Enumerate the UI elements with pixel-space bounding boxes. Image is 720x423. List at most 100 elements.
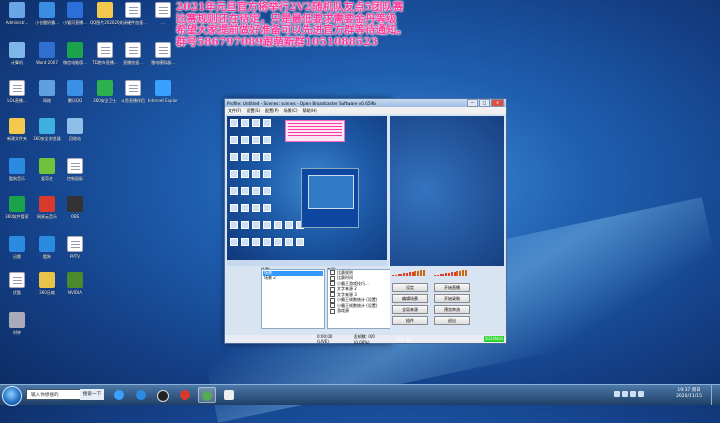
- menu-file[interactable]: 文件(F): [228, 108, 241, 114]
- desktop-icon-label: 360安全浏览器: [33, 136, 61, 141]
- desktop-icon[interactable]: 360软件管家: [2, 196, 32, 224]
- menu-scenes[interactable]: 场景(C): [284, 108, 298, 114]
- scenes-list[interactable]: 场景 场景 2: [261, 269, 325, 329]
- taskbar-app-icon[interactable]: [220, 387, 238, 403]
- desktop-icon[interactable]: 360安全浏览器: [32, 118, 62, 146]
- desktop-icon[interactable]: 控制面板: [60, 158, 90, 186]
- scene-item[interactable]: 场景: [262, 270, 324, 276]
- desktop-icon[interactable]: PPTV: [60, 236, 90, 264]
- menu-settings[interactable]: 设置(S): [246, 108, 260, 114]
- desktop-icon[interactable]: 直播加速...: [118, 42, 148, 70]
- desktop-icon-image: [39, 196, 55, 212]
- volume-bar: [392, 275, 394, 276]
- desktop-icon-image: [125, 80, 141, 96]
- desktop-icon-image: [39, 42, 55, 58]
- taskbar-game-icon[interactable]: [198, 387, 216, 403]
- source-checkbox[interactable]: [330, 308, 335, 314]
- desktop-icon[interactable]: 关闭硬件加速...: [118, 2, 148, 30]
- desktop-icon[interactable]: LOL直播...: [2, 80, 32, 108]
- desktop-icon[interactable]: 优酷: [2, 272, 32, 300]
- desktop-icon[interactable]: 360安全卫士: [90, 80, 120, 108]
- start-button[interactable]: [2, 386, 22, 406]
- minimize-button[interactable]: —: [467, 99, 478, 107]
- desktop-icon[interactable]: 酷狗: [32, 236, 62, 264]
- preview-desktop-icon: [241, 136, 249, 144]
- show-desktop-button[interactable]: [711, 385, 720, 405]
- desktop-icon[interactable]: 雷电模拟器...: [148, 42, 178, 70]
- preview-stream-button[interactable]: 预览串流: [434, 305, 470, 314]
- desktop-icon[interactable]: 网络: [32, 80, 62, 108]
- plugins-button[interactable]: 插件: [392, 316, 428, 325]
- tray-network-icon[interactable]: [614, 391, 620, 397]
- desktop-icon[interactable]: NVIDIA: [60, 272, 90, 300]
- sources-list[interactable]: 比赛规则 比赛时间 小霸王游戏技巧... 文字来源 2 文字来源 3 小霸王帧数统计 (设…: [327, 269, 391, 329]
- maximize-button[interactable]: □: [479, 99, 490, 107]
- preview-desktop-icon: [230, 136, 238, 144]
- tray-volume-icon[interactable]: [622, 391, 628, 397]
- taskbar-obs-icon[interactable]: [154, 387, 172, 403]
- desktop-icon[interactable]: 回收站: [60, 118, 90, 146]
- desktop-icon[interactable]: 小猫河直播...: [60, 2, 90, 30]
- desktop-icon[interactable]: QQ图片2020208...: [90, 2, 120, 30]
- source-checkbox[interactable]: [330, 275, 335, 281]
- desktop-icon[interactable]: 计算机: [2, 42, 32, 70]
- exit-button[interactable]: 退出: [434, 316, 470, 325]
- obs-titlebar[interactable]: Profile: Untitled - Scenes: scenes - Ope…: [225, 99, 391, 107]
- source-item[interactable]: 游戏源: [328, 308, 390, 315]
- desktop-icon-image: [9, 236, 25, 252]
- desktop-icon[interactable]: 斗鱼直播伴侣: [118, 80, 148, 108]
- desktop-icon-image: [67, 80, 83, 96]
- volume-bar: [414, 271, 417, 276]
- taskbar-clock[interactable]: 19:37 周日 2020/11/15: [676, 388, 702, 400]
- desktop-icon[interactable]: Internet Explorer: [148, 80, 178, 108]
- source-checkbox[interactable]: [330, 281, 335, 287]
- preview-desktop-icon: [230, 221, 238, 229]
- settings-button[interactable]: 设定: [392, 283, 428, 292]
- scene-item[interactable]: 场景 2: [262, 275, 324, 282]
- menu-profile[interactable]: 配置(P): [265, 108, 279, 114]
- desktop-icon-label: Internet Explorer: [148, 98, 178, 103]
- desktop-icon-label: 关闭硬件加速...: [119, 20, 147, 25]
- global-sources-button[interactable]: 全局来源: [392, 305, 428, 314]
- source-checkbox[interactable]: [330, 270, 335, 276]
- source-checkbox[interactable]: [330, 303, 335, 309]
- desktop-icon[interactable]: Word 2007: [32, 42, 62, 70]
- desktop-icon-image: [9, 2, 25, 18]
- desktop-icon[interactable]: 新建文件夹: [2, 118, 32, 146]
- taskbar-kugou-icon[interactable]: [132, 387, 150, 403]
- volume-bar: [462, 270, 464, 276]
- desktop-icon[interactable]: ...: [148, 2, 178, 30]
- tray-flag-icon[interactable]: [638, 391, 644, 397]
- desktop-icon-label: NVIDIA: [68, 290, 82, 295]
- source-checkbox[interactable]: [330, 286, 335, 292]
- tray-ime-icon[interactable]: [630, 391, 636, 397]
- mic-volume-meter[interactable]: [392, 269, 426, 276]
- desktop-icon-label: Administr...: [5, 20, 29, 25]
- start-streaming-button[interactable]: 开始直播: [434, 283, 470, 292]
- desktop-icon[interactable]: 时钟: [2, 312, 32, 340]
- preview-desktop-icon: [241, 221, 249, 229]
- desktop-icon[interactable]: 360压缩: [32, 272, 62, 300]
- desktop-icon[interactable]: OBS: [60, 196, 90, 224]
- menu-help[interactable]: 帮助(H): [303, 108, 317, 114]
- source-checkbox[interactable]: [330, 292, 335, 298]
- close-button[interactable]: ✕: [491, 99, 504, 107]
- obs-window[interactable]: Profile: Untitled - Scenes: scenes - Ope…: [224, 98, 392, 345]
- start-recording-button[interactable]: 开始录制: [434, 294, 470, 303]
- preview-desktop-icon: [252, 170, 260, 178]
- taskbar-netease-icon[interactable]: [176, 387, 194, 403]
- source-checkbox[interactable]: [330, 297, 335, 303]
- desktop-icon[interactable]: 微信电脑版...: [60, 42, 90, 70]
- desktop-icon[interactable]: 酷狗音乐: [2, 158, 32, 186]
- desktop-icon[interactable]: 小仓酸奶霸...: [32, 2, 62, 30]
- desktop-icon[interactable]: TD跑车直播...: [90, 42, 120, 70]
- desktop-icon[interactable]: 腾讯QQ: [60, 80, 90, 108]
- taskbar-ie-icon[interactable]: [110, 387, 128, 403]
- search-button[interactable]: 搜索一下: [80, 389, 104, 400]
- desktop-icon[interactable]: Administr...: [2, 2, 32, 30]
- desktop-icon[interactable]: 网易云音乐: [32, 196, 62, 224]
- edit-scene-button[interactable]: 编辑场景: [392, 294, 428, 303]
- desktop-icon[interactable]: 迅雷: [2, 236, 32, 264]
- desktop-icon[interactable]: 爱奇艺: [32, 158, 62, 186]
- desktop-volume-meter[interactable]: [434, 269, 468, 276]
